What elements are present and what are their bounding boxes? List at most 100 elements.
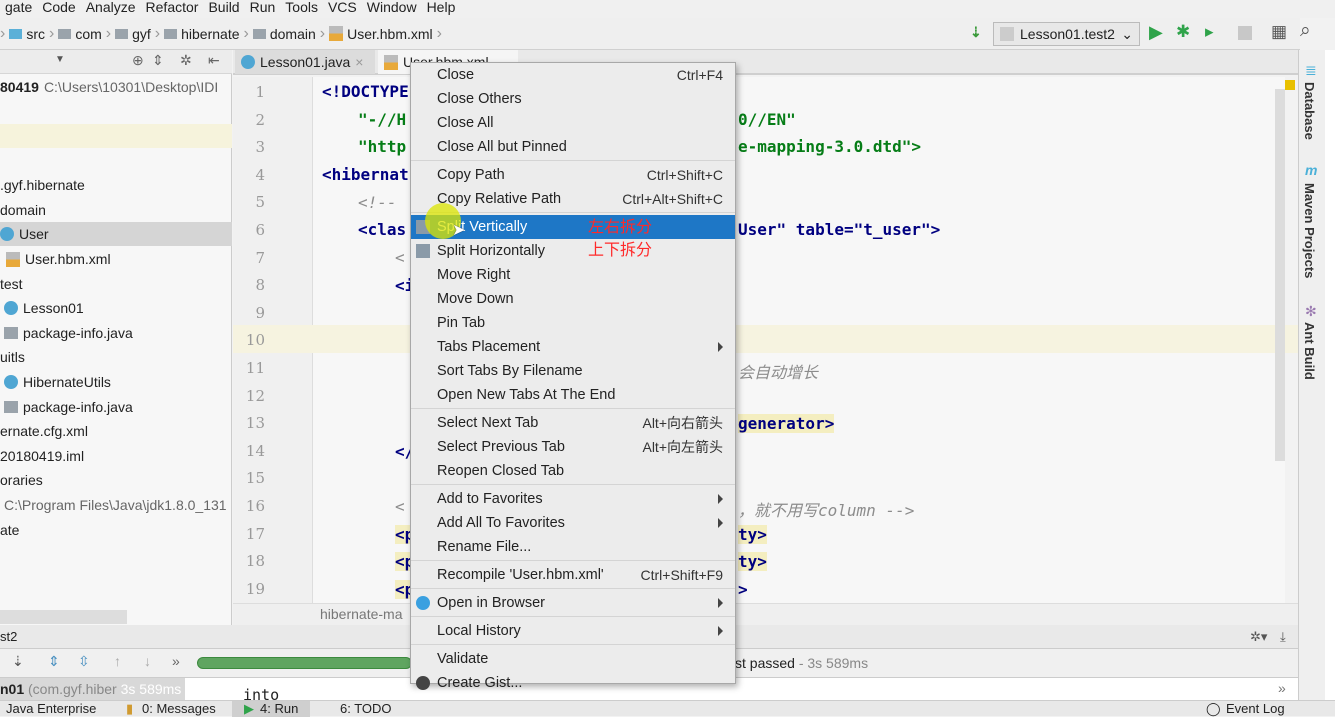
crumb-file[interactable]: User.hbm.xml [325, 26, 437, 42]
more-icon[interactable]: » [172, 653, 180, 669]
tree-item[interactable]: domain [0, 198, 232, 222]
hide-icon[interactable]: ⇤ [208, 52, 220, 69]
tool-database[interactable]: Database [1302, 82, 1317, 140]
tool-java-enterprise[interactable]: Java Enterprise [6, 701, 96, 717]
tree-item[interactable]: HibernateUtils [0, 370, 232, 394]
menu-build[interactable]: Build [203, 0, 244, 18]
locate-icon[interactable]: ⊕ [132, 52, 144, 69]
menu-item-copy-path[interactable]: Copy Path Ctrl+Shift+C [411, 163, 735, 187]
menu-item-copy-relative-path[interactable]: Copy Relative Path Ctrl+Alt+Shift+C [411, 187, 735, 211]
close-icon[interactable]: × [355, 54, 363, 70]
menu-item-create-gist[interactable]: Create Gist... [411, 671, 735, 695]
background-window [1325, 50, 1335, 700]
expand-all-icon[interactable]: ⇕ [48, 653, 60, 670]
tree-item[interactable]: ate [0, 518, 232, 542]
menu-item-label: Add All To Favorites [437, 515, 565, 531]
tool-event-log[interactable]: Event Log [1226, 701, 1285, 717]
menu-code[interactable]: Code [37, 0, 80, 18]
menu-analyze[interactable]: Analyze [81, 0, 141, 18]
menu-item-add-all-to-favorites[interactable]: Add All To Favorites [411, 511, 735, 535]
hide-icon[interactable]: ⤓ [1280, 625, 1286, 649]
tree-item[interactable]: User.hbm.xml [0, 247, 232, 271]
vertical-scrollbar[interactable] [1275, 89, 1285, 461]
menu-item-add-to-favorites[interactable]: Add to Favorites [411, 487, 735, 511]
gear-icon[interactable]: ✲▾ [1250, 625, 1267, 649]
tree-item[interactable]: Lesson01 [0, 296, 232, 320]
up-icon[interactable]: ↑ [114, 653, 121, 669]
menu-navigate[interactable]: gate [0, 0, 37, 18]
tool-messages[interactable]: 0: Messages [142, 701, 216, 717]
menu-item-rename-file[interactable]: Rename File... [411, 535, 735, 559]
search-icon[interactable]: ⌕ [1300, 20, 1311, 42]
down-icon[interactable]: ↓ [144, 653, 151, 669]
menu-refactor[interactable]: Refactor [141, 0, 204, 18]
crumb-com[interactable]: com [54, 26, 105, 42]
run-config-select[interactable]: Lesson01.test2 ⌄ [993, 22, 1140, 46]
test-row[interactable]: n01 (com.gyf.hiber 3s 589ms [0, 678, 185, 700]
dropdown-icon[interactable]: ▼ [55, 54, 65, 65]
run-icon[interactable]: ▶ [1149, 22, 1163, 43]
menu-item-pin-tab[interactable]: Pin Tab [411, 311, 735, 335]
test-status: st passed - 3s 589ms [735, 655, 869, 671]
menu-item-split-horizontally[interactable]: Split Horizontally [411, 239, 735, 263]
tool-ant[interactable]: Ant Build [1302, 322, 1317, 380]
tree-item[interactable]: ernate.cfg.xml [0, 419, 232, 443]
collapse-all-icon[interactable]: ⇳ [78, 653, 90, 670]
database-icon: ≣ [1305, 62, 1317, 78]
sort-icon[interactable]: ⇣ [970, 24, 982, 41]
tool-todo[interactable]: 6: TODO [340, 701, 392, 717]
tool-maven[interactable]: Maven Projects [1302, 183, 1317, 278]
menu-item-reopen-closed-tab[interactable]: Reopen Closed Tab [411, 459, 735, 483]
menu-item-close-all[interactable]: Close All [411, 111, 735, 135]
sort-icon[interactable]: ⇣ [12, 653, 24, 670]
menu-item-open-in-browser[interactable]: Open in Browser [411, 591, 735, 615]
tree-item[interactable]: uitls [0, 345, 232, 369]
menu-run[interactable]: Run [245, 0, 281, 18]
menu-item-sort-tabs-by-filename[interactable]: Sort Tabs By Filename [411, 359, 735, 383]
more-icon[interactable]: » [1278, 680, 1286, 696]
menu-item-move-right[interactable]: Move Right [411, 263, 735, 287]
stop-icon[interactable] [1238, 26, 1252, 40]
menu-item-validate[interactable]: Validate [411, 647, 735, 671]
submenu-arrow-icon [718, 494, 723, 504]
tree-root[interactable]: 80419 C:\Users\10301\Desktop\IDI [0, 75, 232, 99]
menu-item-local-history[interactable]: Local History [411, 619, 735, 643]
tree-item[interactable]: package-info.java [0, 395, 232, 419]
tab-lesson01[interactable]: Lesson01.java × [235, 50, 375, 74]
gear-icon[interactable]: ✲ [180, 52, 192, 69]
menu-item-select-previous-tab[interactable]: Select Previous Tab Alt+向左箭头 [411, 435, 735, 459]
editor-breadcrumb[interactable]: hibernate-ma [233, 603, 1298, 625]
menu-tools[interactable]: Tools [280, 0, 323, 18]
project-structure-icon[interactable]: ▦ [1271, 22, 1287, 42]
tree-item[interactable]: test [0, 272, 232, 296]
menu-item-select-next-tab[interactable]: Select Next Tab Alt+向右箭头 [411, 411, 735, 435]
tree-item[interactable]: package-info.java [0, 321, 232, 345]
menu-item-recompile-user-hbm-xml[interactable]: Recompile 'User.hbm.xml' Ctrl+Shift+F9 [411, 563, 735, 587]
menu-vcs[interactable]: VCS [323, 0, 362, 18]
crumb-domain[interactable]: domain [249, 26, 320, 42]
warning-marker[interactable] [1285, 80, 1295, 90]
horizontal-scrollbar[interactable] [0, 610, 127, 624]
coverage-icon[interactable]: ▸ [1205, 22, 1214, 42]
collapse-icon[interactable]: ⇕ [152, 52, 164, 69]
crumb-gyf[interactable]: gyf [111, 26, 155, 42]
menu-window[interactable]: Window [362, 0, 422, 18]
tree-item-selected[interactable]: User [0, 222, 232, 246]
line-number: 16 [245, 497, 265, 515]
menu-item-tabs-placement[interactable]: Tabs Placement [411, 335, 735, 359]
crumb-hibernate[interactable]: hibernate [160, 26, 243, 42]
tree-item[interactable]: 20180419.iml [0, 444, 232, 468]
tree-item[interactable]: .gyf.hibernate [0, 173, 232, 197]
menu-item-close-all-but-pinned[interactable]: Close All but Pinned [411, 135, 735, 159]
debug-icon[interactable]: ✱ [1176, 22, 1190, 42]
crumb-src[interactable]: src [5, 26, 49, 42]
tool-run[interactable]: 4: Run [260, 701, 298, 717]
menu-item-move-down[interactable]: Move Down [411, 287, 735, 311]
menu-help[interactable]: Help [422, 0, 461, 18]
tree-item[interactable]: oraries [0, 468, 232, 492]
menu-item-close[interactable]: Close Ctrl+F4 [411, 63, 735, 87]
menu-item-open-new-tabs-at-the-end[interactable]: Open New Tabs At The End [411, 383, 735, 407]
menu-item-label: Move Right [437, 267, 511, 283]
tree-item[interactable]: C:\Program Files\Java\jdk1.8.0_131 [0, 493, 232, 517]
menu-item-close-others[interactable]: Close Others [411, 87, 735, 111]
